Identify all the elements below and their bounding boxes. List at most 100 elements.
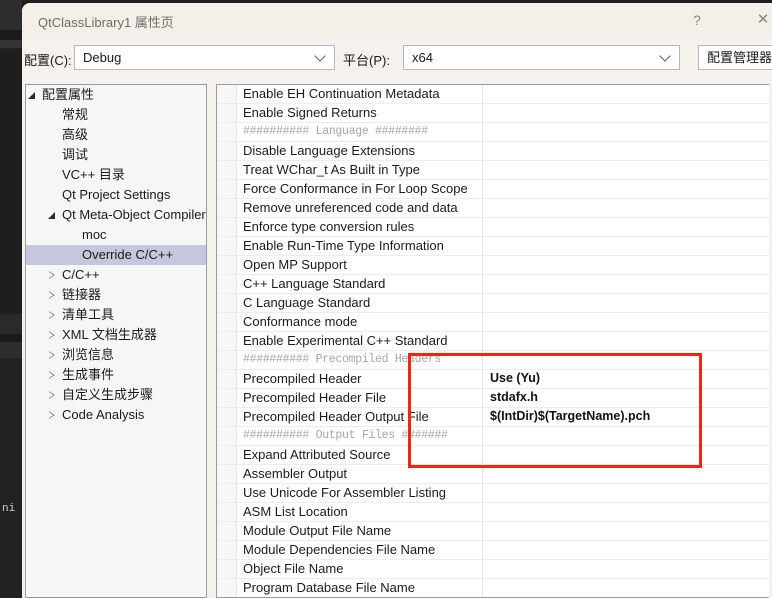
grid-row-value[interactable]: $(IntDir)$(TargetName).pch	[490, 409, 650, 423]
backdrop-strip	[0, 54, 22, 314]
grid-row[interactable]: Precompiled Header File stdafx.h	[217, 389, 769, 408]
tree-item[interactable]: 配置属性	[26, 85, 206, 105]
tree-item-label: 配置属性	[42, 87, 95, 102]
grid-row[interactable]: ASM List Location	[217, 503, 769, 522]
platform-dropdown[interactable]: x64	[403, 45, 680, 70]
close-icon[interactable]: ✕	[746, 7, 772, 33]
grid-row[interactable]: Enable EH Continuation Metadata	[217, 85, 769, 104]
tree-item[interactable]: Override C/C++	[26, 245, 206, 265]
backdrop-strip	[0, 358, 22, 598]
grid-row[interactable]: Open MP Support	[217, 256, 769, 275]
collapse-triangle-icon[interactable]	[48, 271, 57, 280]
tree-item-label: Override C/C++	[82, 247, 174, 262]
tree-item[interactable]: 生成事件	[26, 365, 206, 385]
backdrop-strip	[0, 314, 22, 334]
grid-column-divider	[482, 123, 483, 141]
grid-row[interactable]: Enable Signed Returns	[217, 104, 769, 123]
tree-item[interactable]: VC++ 目录	[26, 165, 206, 185]
tree-item[interactable]: 清单工具	[26, 305, 206, 325]
configuration-bar: 配置(C): Debug 平台(P): x64 配置管理器(O)...	[22, 36, 772, 80]
grid-row-name: Precompiled Header	[243, 371, 362, 386]
grid-row[interactable]: Treat WChar_t As Built in Type	[217, 161, 769, 180]
grid-column-divider	[482, 446, 483, 464]
grid-column-divider	[482, 104, 483, 122]
configuration-value: Debug	[83, 50, 122, 65]
grid-section-row: ########## Precompiled Headers	[217, 351, 769, 370]
grid-row[interactable]: C Language Standard	[217, 294, 769, 313]
tree-item[interactable]: Qt Meta-Object Compiler	[26, 205, 206, 225]
grid-row[interactable]: Force Conformance in For Loop Scope	[217, 180, 769, 199]
grid-row-name: ########## Language ########	[243, 125, 428, 138]
grid-row[interactable]: Object File Name	[217, 560, 769, 579]
collapse-triangle-icon[interactable]	[48, 411, 57, 420]
tree-item[interactable]: 链接器	[26, 285, 206, 305]
grid-row-value[interactable]: stdafx.h	[490, 390, 538, 404]
grid-row-name: Enable Run-Time Type Information	[243, 238, 444, 253]
grid-row[interactable]: Program Database File Name	[217, 579, 769, 597]
tree-item[interactable]: Code Analysis	[26, 405, 206, 425]
grid-row-name: Treat WChar_t As Built in Type	[243, 162, 421, 177]
grid-column-divider	[482, 256, 483, 274]
tree-item[interactable]: Qt Project Settings	[26, 185, 206, 205]
grid-row[interactable]: Module Dependencies File Name	[217, 541, 769, 560]
collapse-triangle-icon[interactable]	[48, 371, 57, 380]
grid-row[interactable]: Use Unicode For Assembler Listing	[217, 484, 769, 503]
tree-item[interactable]: moc	[26, 225, 206, 245]
grid-row-name: Precompiled Header File	[243, 390, 387, 405]
grid-column-divider	[482, 180, 483, 198]
grid-row[interactable]: Disable Language Extensions	[217, 142, 769, 161]
grid-column-divider	[482, 351, 483, 369]
configuration-dropdown[interactable]: Debug	[74, 45, 335, 70]
grid-row[interactable]: Conformance mode	[217, 313, 769, 332]
property-tree-panel[interactable]: 配置属性常规 高级 调试 VC++ 目录 Qt Project Settings Qt M…	[25, 84, 207, 598]
grid-row[interactable]: C++ Language Standard	[217, 275, 769, 294]
platform-label: 平台(P):	[343, 53, 390, 68]
tree-item[interactable]: 高级	[26, 125, 206, 145]
grid-row[interactable]: Enable Experimental C++ Standard	[217, 332, 769, 351]
grid-column-divider	[482, 370, 483, 388]
tree-item-label: XML 文档生成器	[62, 327, 157, 342]
collapse-triangle-icon[interactable]	[48, 351, 57, 360]
grid-column-divider	[482, 275, 483, 293]
tree-item[interactable]: XML 文档生成器	[26, 325, 206, 345]
grid-column-divider	[482, 199, 483, 217]
backdrop-strip	[0, 334, 22, 342]
grid-column-divider	[482, 465, 483, 483]
collapse-triangle-icon[interactable]	[48, 391, 57, 400]
tree-item[interactable]: C/C++	[26, 265, 206, 285]
dialog-titlebar: QtClassLibrary1 属性页 ? ✕	[22, 3, 772, 36]
grid-column-divider	[482, 484, 483, 502]
configuration-manager-button[interactable]: 配置管理器(O)...	[698, 45, 772, 70]
tree-item[interactable]: 调试	[26, 145, 206, 165]
help-icon[interactable]: ?	[680, 7, 714, 33]
tree-item[interactable]: 浏览信息	[26, 345, 206, 365]
property-pages-dialog: QtClassLibrary1 属性页 ? ✕ 配置(C): Debug 平台(…	[22, 3, 772, 598]
grid-row-name: C Language Standard	[243, 295, 371, 310]
collapse-triangle-icon[interactable]	[48, 291, 57, 300]
expand-triangle-icon[interactable]	[48, 211, 57, 220]
grid-row[interactable]: Precompiled Header Output File $(IntDir)$…	[217, 408, 769, 427]
tree-item[interactable]: 常规	[26, 105, 206, 125]
grid-row[interactable]: Enforce type conversion rules	[217, 218, 769, 237]
grid-row-name: Enable Experimental C++ Standard	[243, 333, 448, 348]
grid-column-divider	[482, 427, 483, 445]
collapse-triangle-icon[interactable]	[48, 311, 57, 320]
grid-row[interactable]: Module Output File Name	[217, 522, 769, 541]
grid-row-name: Enable EH Continuation Metadata	[243, 86, 440, 101]
grid-row-name: Enforce type conversion rules	[243, 219, 415, 234]
grid-row[interactable]: Precompiled Header Use (Yu)	[217, 370, 769, 389]
grid-row[interactable]: Remove unreferenced code and data	[217, 199, 769, 218]
collapse-triangle-icon[interactable]	[48, 331, 57, 340]
tree-item[interactable]: 自定义生成步骤	[26, 385, 206, 405]
grid-row[interactable]: Expand Attributed Source	[217, 446, 769, 465]
grid-column-divider	[482, 389, 483, 407]
tree-item-label: Qt Project Settings	[62, 187, 171, 202]
backdrop-code-text: ni	[2, 503, 16, 515]
grid-section-row: ########## Output Files #######	[217, 427, 769, 446]
grid-row[interactable]: Enable Run-Time Type Information	[217, 237, 769, 256]
grid-column-divider	[482, 408, 483, 426]
grid-row[interactable]: Assembler Output	[217, 465, 769, 484]
expand-triangle-icon[interactable]	[28, 91, 37, 100]
grid-row-value[interactable]: Use (Yu)	[490, 371, 540, 385]
property-grid-panel[interactable]: Enable EH Continuation Metadata Enable Si…	[216, 84, 769, 598]
